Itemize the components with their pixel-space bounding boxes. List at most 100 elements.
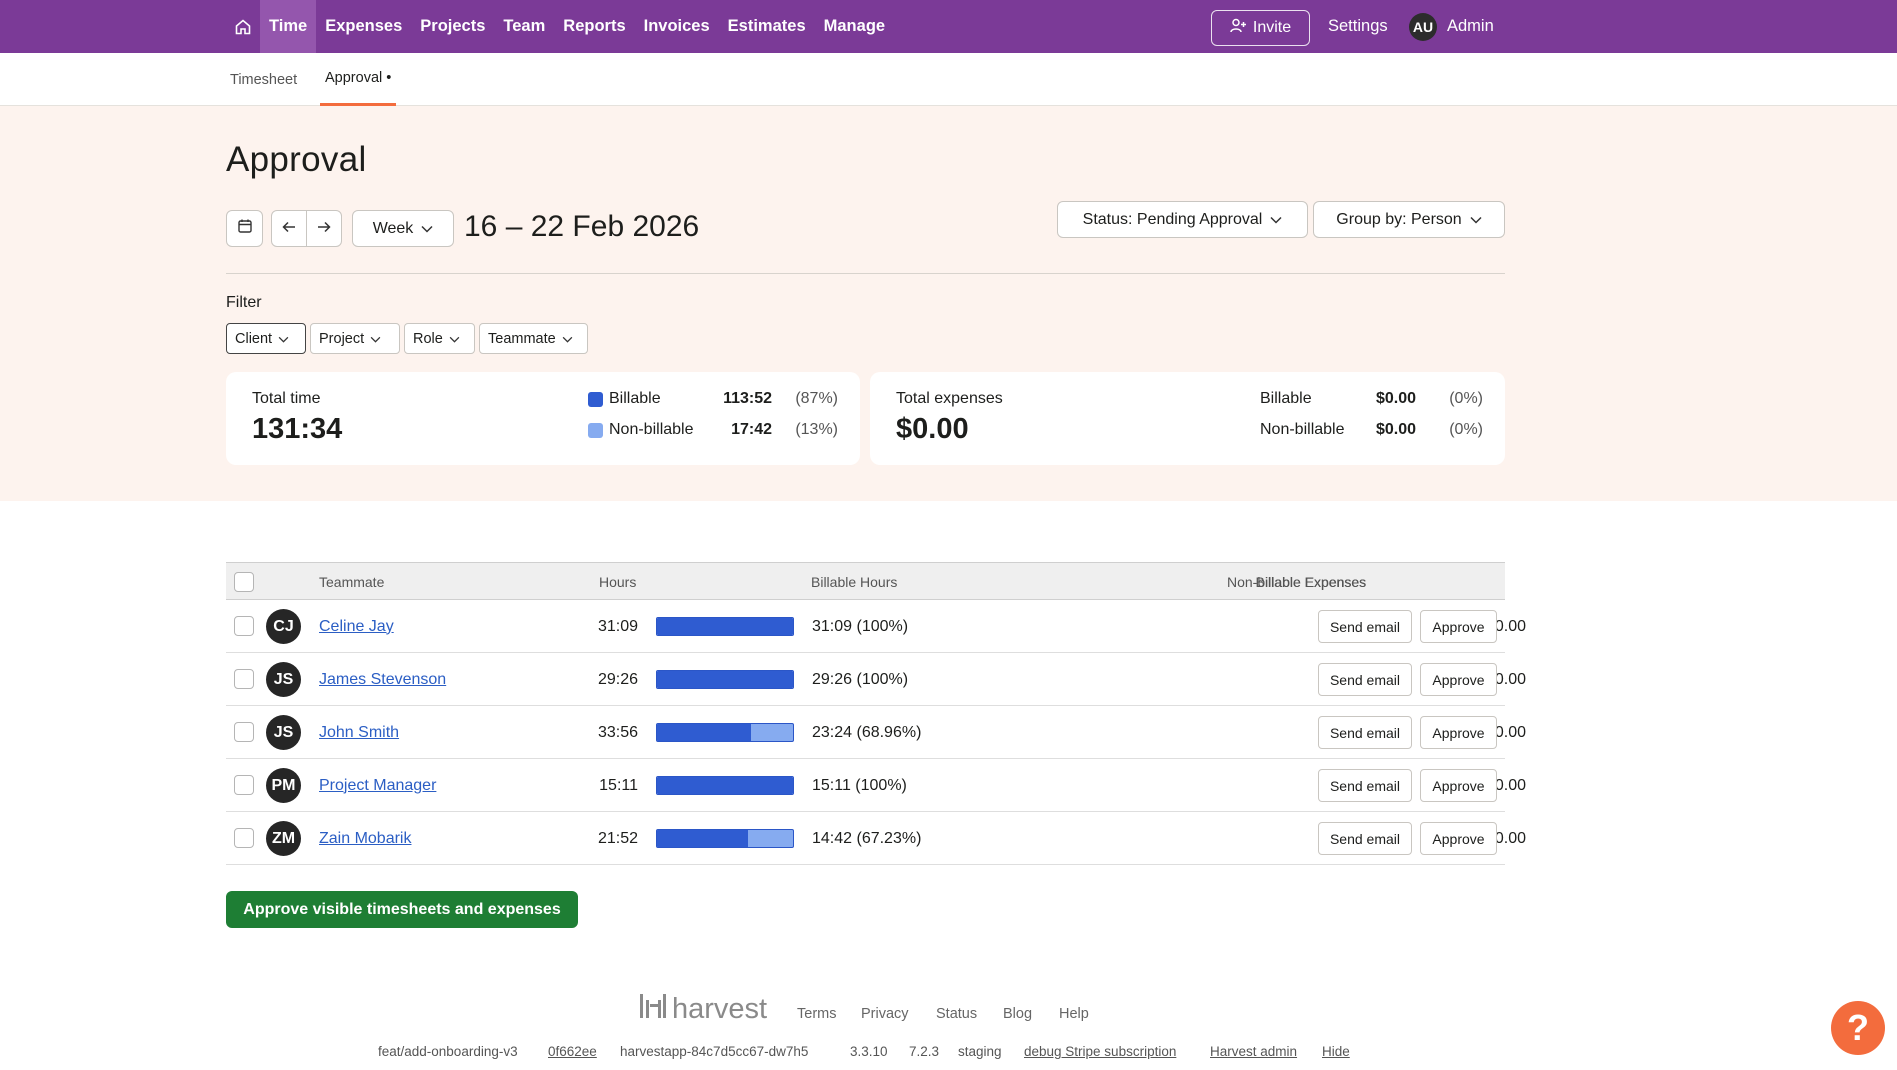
billable-ratio-bar [656,723,794,742]
harvest-admin-link[interactable]: Harvest admin [1210,1044,1297,1059]
table-row: JS John Smith 33:56 23:24 (68.96%) $0.00… [226,706,1526,759]
arrow-left-icon [282,220,296,238]
approve-button[interactable]: Approve [1420,716,1497,749]
row-checkbox[interactable] [234,669,254,689]
approve-button[interactable]: Approve [1420,822,1497,855]
client-filter-label: Client [235,330,273,347]
harvest-logo[interactable]: harvest [640,993,767,1026]
nav-time[interactable]: Time [260,0,317,53]
calendar-icon [237,218,253,239]
approve-button[interactable]: Approve [1420,610,1497,643]
chevron-down-icon [370,331,381,347]
footer-link-blog[interactable]: Blog [1003,1006,1032,1022]
settings-link[interactable]: Settings [1328,0,1388,53]
nav-team[interactable]: Team [494,0,554,53]
teammate-column-header[interactable]: Teammate [319,563,384,601]
hours-value: 33:56 [597,723,638,741]
nonbillable-expenses-column-header[interactable]: Non-billable Expenses [1227,563,1366,601]
teammate-filter-label: Teammate [488,330,556,347]
period-select[interactable]: Week [352,210,454,247]
hours-value: 21:52 [597,829,638,847]
billable-time-value: 113:52 [723,390,772,407]
role-filter[interactable]: Role [404,323,475,354]
nonbillable-swatch [588,423,603,438]
home-icon[interactable] [228,0,258,53]
footer-link-status[interactable]: Status [936,1006,977,1022]
nav-manage[interactable]: Manage [815,0,894,53]
billable-time-pct: (87%) [795,390,838,407]
previous-week-button[interactable] [271,210,307,247]
teammate-link[interactable]: Project Manager [319,759,436,812]
billable-swatch [588,392,603,407]
total-expenses-value: $0.00 [896,413,969,445]
table-row: JS James Stevenson 29:26 29:26 (100%) $0… [226,653,1526,706]
footer-link-terms[interactable]: Terms [797,1006,836,1022]
row-checkbox[interactable] [234,775,254,795]
help-button[interactable]: ? [1831,1001,1885,1055]
nonbillable-expenses-value: $0.00 [1375,421,1416,438]
nav-reports[interactable]: Reports [554,0,634,53]
billable-ratio-bar [656,776,794,795]
footer-link-privacy[interactable]: Privacy [861,1006,909,1022]
teammate-link[interactable]: James Stevenson [319,653,446,706]
teammate-link[interactable]: Celine Jay [319,600,394,653]
nav-invoices[interactable]: Invoices [635,0,719,53]
approve-all-button[interactable]: Approve visible timesheets and expenses [226,891,578,928]
invite-button[interactable]: Invite [1211,10,1310,46]
billable-expenses-label: Billable [1260,390,1312,407]
debug-pod: harvestapp-84c7d5cc67-dw7h5 [620,1044,809,1059]
send-email-button[interactable]: Send email [1318,610,1412,643]
total-time-value: 131:34 [252,413,343,445]
approve-button[interactable]: Approve [1420,769,1497,802]
send-email-button[interactable]: Send email [1318,716,1412,749]
group-by-select[interactable]: Group by: Person [1313,201,1505,238]
row-checkbox[interactable] [234,616,254,636]
tab-approval[interactable]: Approval • [320,53,397,106]
project-filter[interactable]: Project [310,323,400,354]
send-email-button[interactable]: Send email [1318,822,1412,855]
status-filter-select[interactable]: Status: Pending Approval [1057,201,1308,238]
admin-menu[interactable]: Admin [1447,0,1494,53]
select-all-checkbox[interactable] [234,572,254,592]
teammate-filter[interactable]: Teammate [479,323,588,354]
client-filter[interactable]: Client [226,323,306,354]
hide-debug-link[interactable]: Hide [1322,1044,1350,1059]
user-avatar[interactable]: AU [1409,13,1437,41]
hours-value: 29:26 [597,670,638,688]
avatar: PM [266,768,301,803]
avatar: CJ [266,609,301,644]
row-checkbox[interactable] [234,828,254,848]
billable-time-label: Billable [609,390,661,407]
question-mark-icon: ? [1847,1007,1869,1048]
total-expenses-label: Total expenses [896,390,1003,407]
nav-expenses[interactable]: Expenses [316,0,411,53]
date-range: 16 – 22 Feb 2026 [464,210,700,243]
billable-ratio-bar [656,829,794,848]
header-divider [226,273,1505,274]
row-checkbox[interactable] [234,722,254,742]
teammate-link[interactable]: John Smith [319,706,399,759]
approve-button[interactable]: Approve [1420,663,1497,696]
project-filter-label: Project [319,330,365,347]
next-week-button[interactable] [306,210,342,247]
nonbillable-expenses-label: Non-billable [1260,421,1345,438]
debug-commit-link[interactable]: 0f662ee [548,1044,597,1059]
table-row: ZM Zain Mobarik 21:52 14:42 (67.23%) $0.… [226,812,1526,865]
nonbillable-time-value: 17:42 [731,421,772,438]
billable-hours-value: 23:24 (68.96%) [812,723,922,741]
nav-projects[interactable]: Projects [411,0,494,53]
footer-link-help[interactable]: Help [1059,1006,1089,1022]
hours-column-header[interactable]: Hours [599,563,636,601]
billable-ratio-fill [657,830,749,847]
nav-estimates[interactable]: Estimates [719,0,815,53]
send-email-button[interactable]: Send email [1318,663,1412,696]
billable-hours-column-header[interactable]: Billable Hours [811,563,897,601]
tab-timesheet[interactable]: Timesheet [230,53,297,106]
send-email-button[interactable]: Send email [1318,769,1412,802]
teammate-link[interactable]: Zain Mobarik [319,812,411,865]
billable-ratio-bar [656,670,794,689]
avatar: JS [266,715,301,750]
debug-branch: feat/add-onboarding-v3 [378,1044,518,1059]
debug-stripe-link[interactable]: debug Stripe subscription [1024,1044,1176,1059]
calendar-button[interactable] [226,210,263,247]
